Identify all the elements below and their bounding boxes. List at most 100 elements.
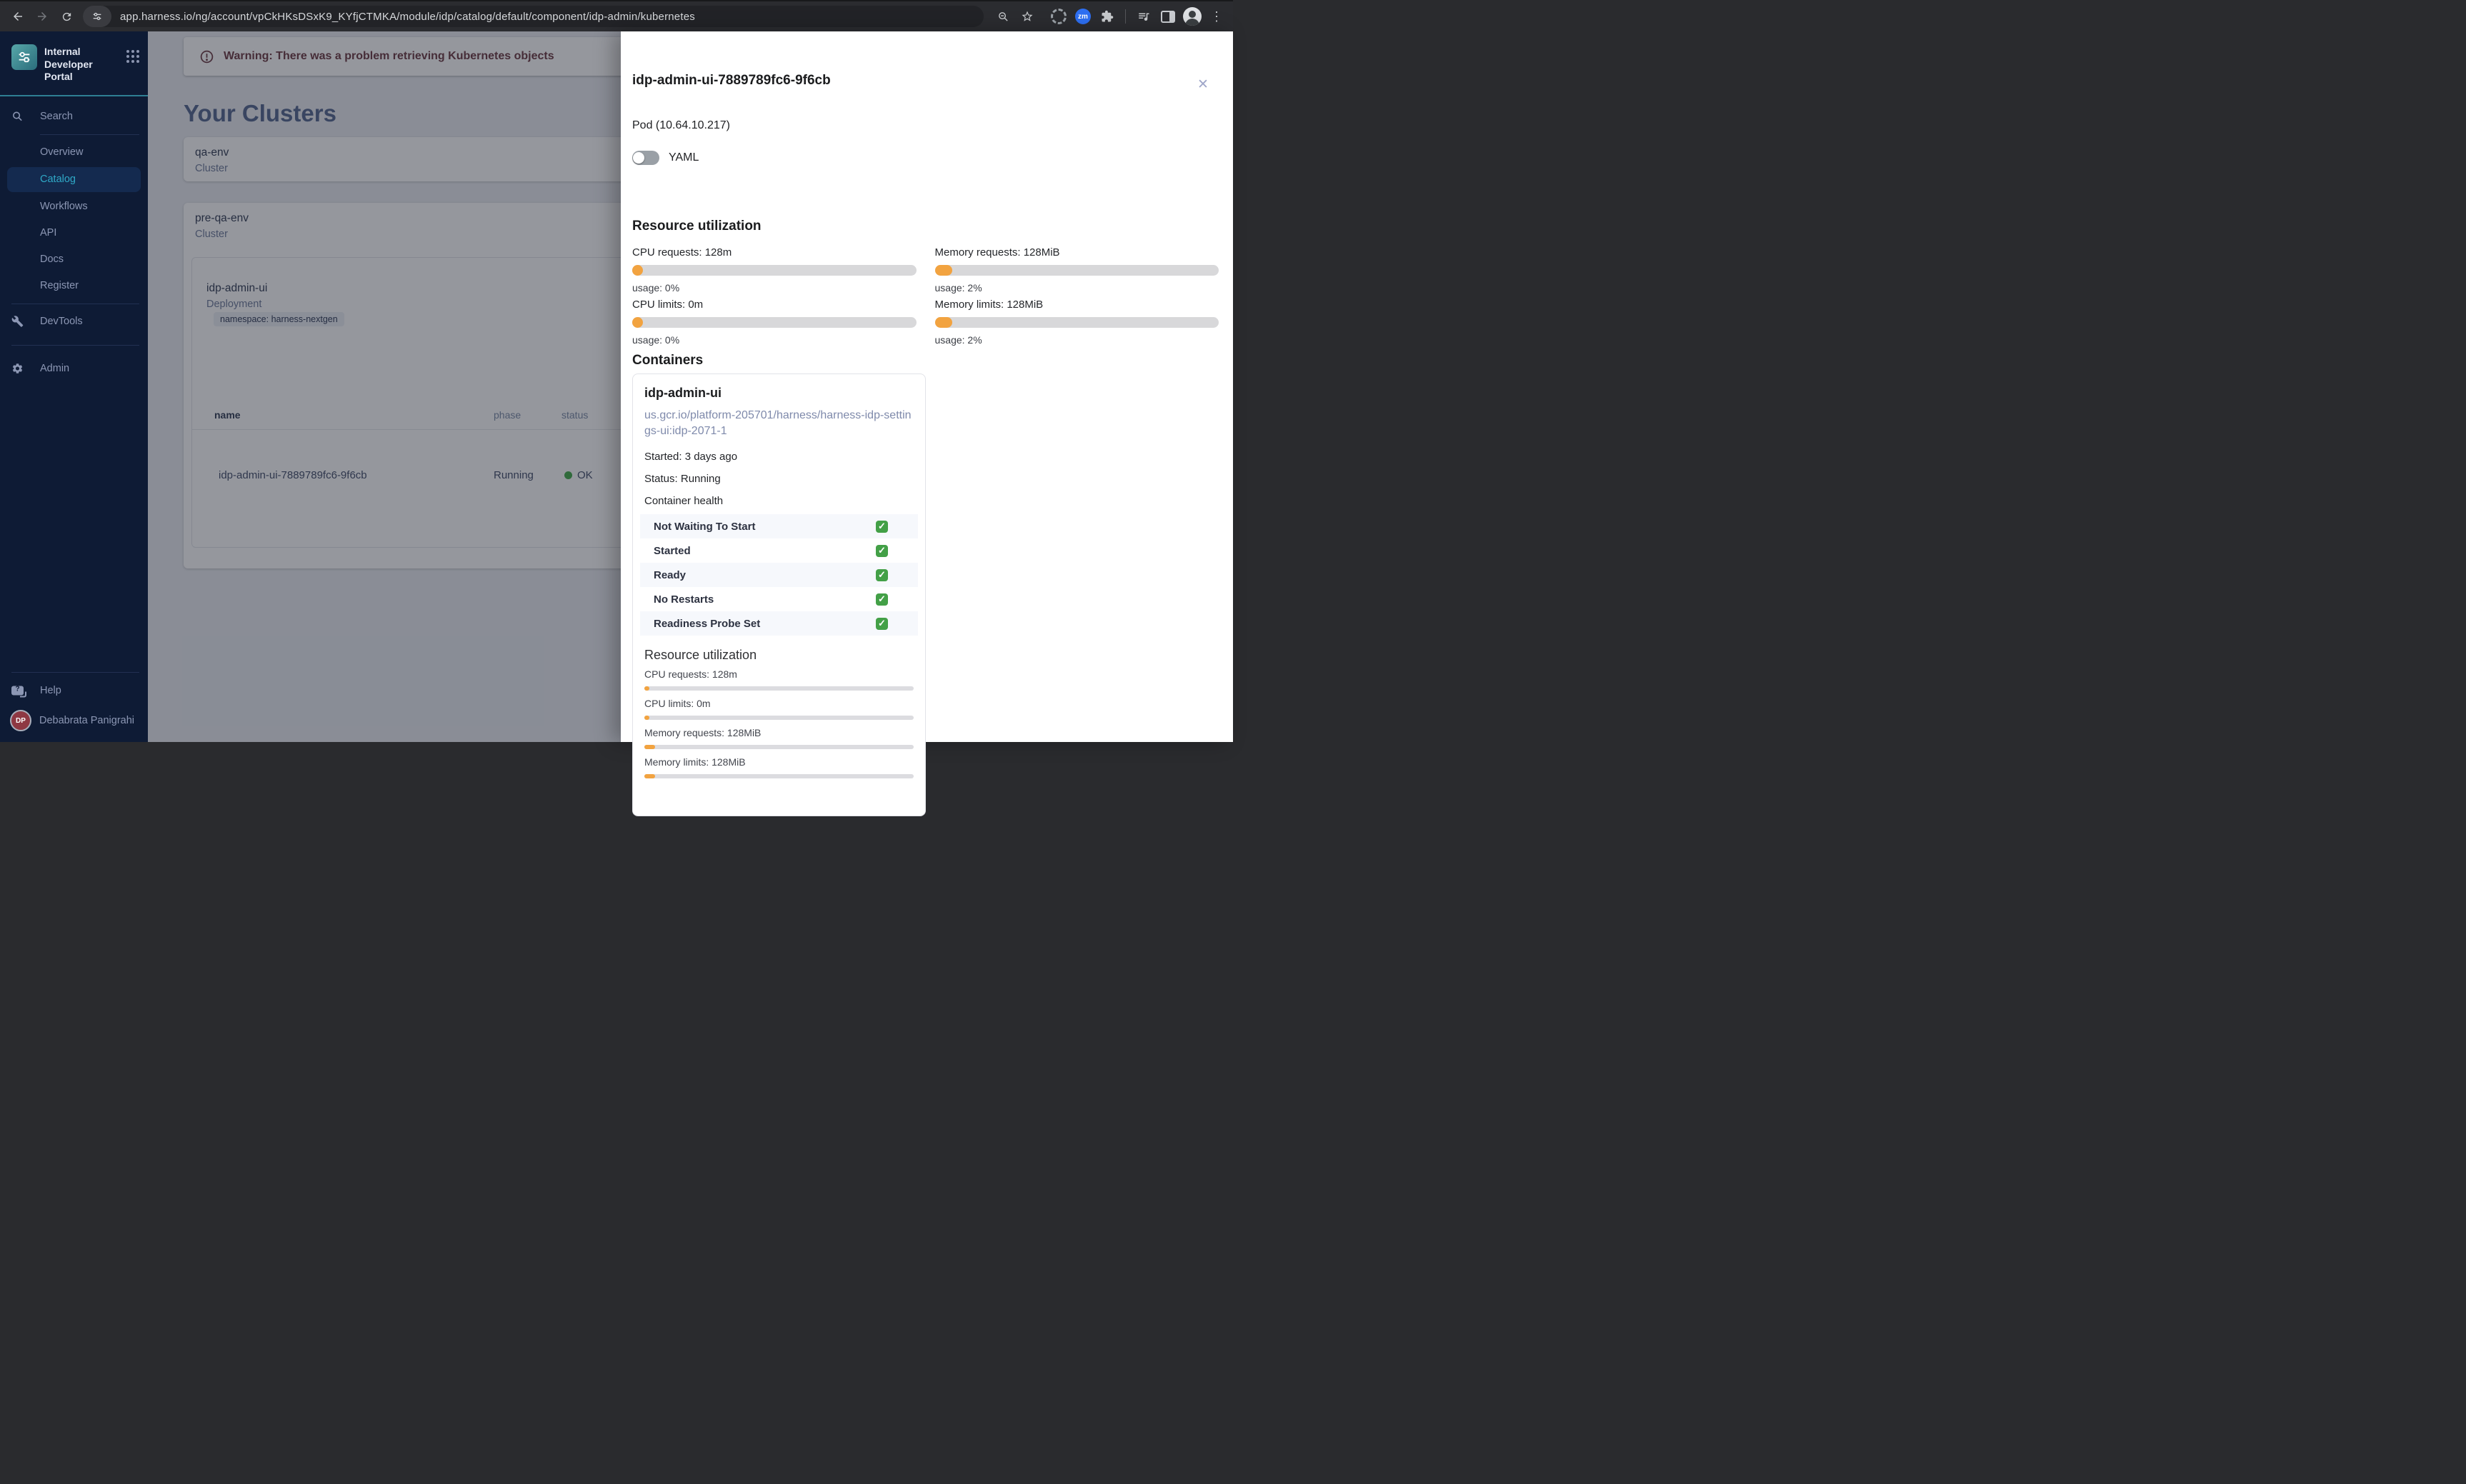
sidebar-item-search[interactable]: Search <box>0 104 148 130</box>
side-panel-icon <box>1161 10 1175 23</box>
resource-utilization-heading: Resource utilization <box>632 219 762 234</box>
health-label: Readiness Probe Set <box>654 617 761 630</box>
check-icon: ✓ <box>876 617 888 630</box>
forward-icon <box>36 10 49 23</box>
container-started: Started: 3 days ago <box>644 451 738 463</box>
ru-cpu-limits: CPU limits: 0m usage: 0% <box>632 299 917 351</box>
site-settings-icon[interactable] <box>83 6 111 27</box>
ru-label: Memory limits: 128MiB <box>934 299 1044 311</box>
media-controls-button[interactable] <box>1132 4 1156 29</box>
pod-subtitle: Pod (10.64.10.217) <box>632 119 730 131</box>
idp-logo <box>11 44 37 70</box>
browser-window: app.harness.io/ng/account/vpCkHKsDSxK9_K… <box>0 0 1233 816</box>
forward-button[interactable] <box>30 4 54 29</box>
ru-label: CPU requests: 128m <box>632 246 732 259</box>
sidebar-item-overview[interactable]: Overview <box>0 139 148 166</box>
extension-spinner-button[interactable] <box>1047 4 1071 29</box>
resource-utilization-grid: CPU requests: 128m usage: 0% Memory requ… <box>632 246 1219 351</box>
health-row: Readiness Probe Set ✓ <box>640 611 918 636</box>
wrench-icon <box>11 316 24 328</box>
mini-progress-fill <box>644 686 649 691</box>
sidebar-item-help[interactable]: Help <box>0 677 148 703</box>
gear-icon <box>11 363 24 375</box>
progress-bar <box>632 265 917 276</box>
user-menu[interactable]: DP Debabrata Panigrahi <box>0 703 148 738</box>
pod-details-drawer: idp-admin-ui-7889789fc6-9f6cb ✕ Pod (10.… <box>621 31 1233 816</box>
toolbar-separator <box>1125 9 1126 24</box>
mini-ru-label: CPU requests: 128m <box>644 668 737 680</box>
brand: Internal Developer Portal <box>0 31 148 84</box>
sidebar-item-workflows[interactable]: Workflows <box>0 194 148 220</box>
search-minus-icon <box>997 11 1009 23</box>
health-row: Not Waiting To Start ✓ <box>640 514 918 538</box>
star-icon <box>1021 10 1034 23</box>
check-icon: ✓ <box>876 544 888 557</box>
sidebar-item-admin[interactable]: Admin <box>0 356 148 382</box>
health-label: Not Waiting To Start <box>654 520 756 533</box>
ru-usage: usage: 2% <box>934 334 982 346</box>
reload-icon <box>61 11 73 23</box>
mini-progress-bar <box>644 686 914 691</box>
container-health-list: Not Waiting To Start ✓ Started ✓ Ready ✓… <box>640 514 918 636</box>
container-status: Status: Running <box>644 473 721 485</box>
sidebar-item-devtools[interactable]: DevTools <box>0 309 148 335</box>
progress-bar <box>934 317 1219 328</box>
side-panel-button[interactable] <box>1156 4 1180 29</box>
nav-divider <box>11 344 139 346</box>
check-icon: ✓ <box>876 520 888 533</box>
ru-usage: usage: 2% <box>934 282 982 294</box>
ru-cpu-requests: CPU requests: 128m usage: 0% <box>632 246 917 299</box>
ru-label: CPU limits: 0m <box>632 299 704 311</box>
sidebar-item-api[interactable]: API <box>0 220 148 246</box>
sidebar-item-label: Register <box>40 280 79 291</box>
container-ru-heading: Resource utilization <box>644 648 757 662</box>
address-bar[interactable]: app.harness.io/ng/account/vpCkHKsDSxK9_K… <box>83 6 984 27</box>
progress-knob <box>632 317 643 328</box>
container-image-link[interactable]: us.gcr.io/platform-205701/harness/harnes… <box>644 408 914 439</box>
sidebar-item-catalog[interactable]: Catalog <box>7 166 141 192</box>
health-label: No Restarts <box>654 593 714 606</box>
brand-title: Internal Developer Portal <box>44 46 93 82</box>
sidebar-item-label: Workflows <box>40 201 88 212</box>
ru-memory-limits: Memory limits: 128MiB usage: 2% <box>934 299 1219 351</box>
profile-button[interactable] <box>1180 4 1204 29</box>
sidebar-item-register[interactable]: Register <box>0 273 148 299</box>
extensions-button[interactable] <box>1095 4 1119 29</box>
sidebar-item-label: Admin <box>40 363 70 374</box>
profile-avatar <box>1183 7 1202 26</box>
yaml-toggle-row: YAML <box>632 151 1219 165</box>
bookmark-button[interactable] <box>1015 4 1039 29</box>
sidebar-item-label: Overview <box>40 146 84 158</box>
zoom-extension-button[interactable]: zm <box>1071 4 1095 29</box>
yaml-toggle[interactable] <box>632 151 659 165</box>
sidebar: Internal Developer Portal Search Overvie… <box>0 31 148 742</box>
browser-menu-button[interactable]: ⋮ <box>1204 10 1229 23</box>
app-switcher-icon[interactable] <box>126 50 139 63</box>
reload-button[interactable] <box>54 4 79 29</box>
back-button[interactable] <box>6 4 30 29</box>
sidebar-bottom: Help DP Debabrata Panigrahi <box>0 668 148 738</box>
mini-ru-label: Memory limits: 128MiB <box>644 756 746 768</box>
sidebar-item-label: Search <box>40 111 73 122</box>
ru-usage: usage: 0% <box>632 334 680 346</box>
zoom-out-page-button[interactable] <box>991 4 1015 29</box>
puzzle-icon <box>1101 10 1114 23</box>
check-icon: ✓ <box>876 593 888 606</box>
url-text: app.harness.io/ng/account/vpCkHKsDSxK9_K… <box>120 10 695 23</box>
health-row: No Restarts ✓ <box>640 587 918 611</box>
container-name: idp-admin-ui <box>644 386 722 400</box>
nav-divider <box>11 672 139 673</box>
spinner-icon <box>1051 9 1067 24</box>
sidebar-item-label: DevTools <box>40 316 83 327</box>
health-label: Started <box>654 544 691 557</box>
ru-label: Memory requests: 128MiB <box>934 246 1060 259</box>
playlist-music-icon <box>1137 10 1150 23</box>
sidebar-item-label: Catalog <box>40 174 76 185</box>
sidebar-item-label: Docs <box>40 254 64 265</box>
close-icon[interactable]: ✕ <box>1194 76 1212 93</box>
sidebar-item-docs[interactable]: Docs <box>0 246 148 273</box>
user-avatar: DP <box>10 710 31 731</box>
help-chat-icon <box>11 685 26 697</box>
zoom-app-icon: zm <box>1075 9 1091 24</box>
toolbar-actions: zm ⋮ <box>991 4 1233 29</box>
